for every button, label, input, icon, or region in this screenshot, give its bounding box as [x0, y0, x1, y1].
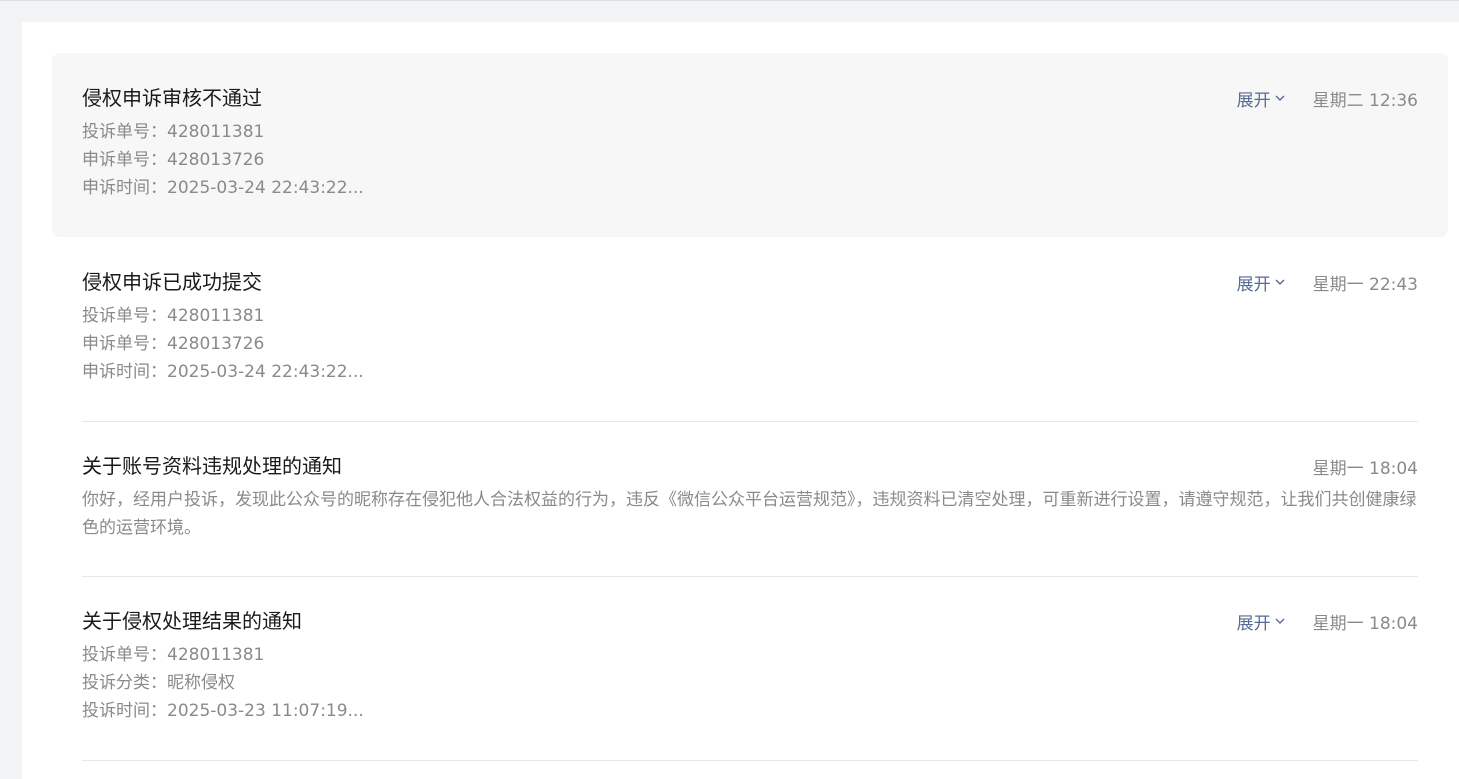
- detail-line: 申诉单号：428013726: [82, 146, 1418, 174]
- detail-line: 投诉单号：428011381: [82, 302, 1418, 330]
- detail-line: 投诉单号：428011381: [82, 118, 1418, 146]
- expand-label[interactable]: 展开: [1237, 270, 1271, 295]
- detail-label: 投诉单号：: [82, 122, 167, 142]
- message-content: 侵权申诉已成功提交 展开 星期一 22:43 投诉单号：428011381 申诉…: [82, 267, 1418, 422]
- detail-value: 2025-03-24 22:43:22...: [167, 362, 364, 382]
- expand-button[interactable]: 展开: [1237, 86, 1287, 111]
- message-item[interactable]: 关于账号资料违规处理的通知 星期一 18:04 你好，经用户投诉，发现此公众号的…: [52, 421, 1448, 577]
- message-time: 星期一 22:43: [1312, 274, 1418, 295]
- detail-label: 投诉单号：: [82, 645, 167, 665]
- message-title[interactable]: 关于侵权处理结果的通知: [82, 606, 1418, 636]
- detail-label: 申诉单号：: [82, 150, 167, 170]
- message-content: 关于账号资料违规处理的通知 星期一 18:04 你好，经用户投诉，发现此公众号的…: [82, 451, 1418, 577]
- message-content: 关于侵权处理结果的通知 展开 星期一 18:04 投诉单号：428011381 …: [82, 606, 1418, 761]
- detail-value: 428013726: [167, 334, 265, 354]
- detail-value: 2025-03-24 22:43:22...: [167, 178, 364, 198]
- detail-value: 428011381: [167, 645, 265, 665]
- detail-value: 昵称侵权: [167, 673, 235, 693]
- message-content: 侵权申诉审核不通过 展开 星期二 12:36 投诉单号：428011381 申诉…: [82, 83, 1418, 237]
- message-meta: 星期一 18:04: [1287, 451, 1418, 481]
- detail-value: 428011381: [167, 306, 265, 326]
- detail-label: 申诉时间：: [82, 178, 167, 198]
- message-item[interactable]: 侵权申诉审核不通过 展开 星期二 12:36 投诉单号：428011381 申诉…: [52, 53, 1448, 237]
- message-list: 侵权申诉审核不通过 展开 星期二 12:36 投诉单号：428011381 申诉…: [52, 53, 1448, 761]
- detail-line: 投诉分类：昵称侵权: [82, 669, 1418, 697]
- message-time: 星期一 18:04: [1312, 458, 1418, 479]
- expand-label[interactable]: 展开: [1237, 609, 1271, 634]
- chevron-down-icon[interactable]: [1273, 614, 1287, 628]
- message-time: 星期一 18:04: [1312, 613, 1418, 634]
- detail-value: 2025-03-23 11:07:19...: [167, 701, 364, 721]
- detail-line: 申诉单号：428013726: [82, 330, 1418, 358]
- chevron-down-icon[interactable]: [1273, 275, 1287, 289]
- message-meta: 展开 星期二 12:36: [1237, 83, 1418, 113]
- message-time: 星期二 12:36: [1312, 90, 1418, 111]
- expand-button[interactable]: 展开: [1237, 270, 1287, 295]
- detail-label: 申诉时间：: [82, 362, 167, 382]
- detail-label: 申诉单号：: [82, 334, 167, 354]
- message-item[interactable]: 关于侵权处理结果的通知 展开 星期一 18:04 投诉单号：428011381 …: [52, 576, 1448, 761]
- message-body: 你好，经用户投诉，发现此公众号的昵称存在侵犯他人合法权益的行为，违反《微信公众平…: [82, 490, 1417, 538]
- message-meta: 展开 星期一 22:43: [1237, 267, 1418, 297]
- detail-line: 投诉时间：2025-03-23 11:07:19...: [82, 697, 1418, 725]
- message-panel: 侵权申诉审核不通过 展开 星期二 12:36 投诉单号：428011381 申诉…: [22, 22, 1459, 779]
- top-divider: [0, 0, 1459, 1]
- message-title[interactable]: 关于账号资料违规处理的通知: [82, 451, 1418, 481]
- detail-line: 申诉时间：2025-03-24 22:43:22...: [82, 174, 1418, 202]
- detail-value: 428011381: [167, 122, 265, 142]
- message-meta: 展开 星期一 18:04: [1237, 606, 1418, 636]
- detail-label: 投诉时间：: [82, 701, 167, 721]
- detail-value: 428013726: [167, 150, 265, 170]
- expand-button[interactable]: 展开: [1237, 609, 1287, 634]
- message-title[interactable]: 侵权申诉审核不通过: [82, 83, 1418, 113]
- detail-label: 投诉分类：: [82, 673, 167, 693]
- detail-line: 投诉单号：428011381: [82, 641, 1418, 669]
- chevron-down-icon[interactable]: [1273, 91, 1287, 105]
- detail-label: 投诉单号：: [82, 306, 167, 326]
- expand-label[interactable]: 展开: [1237, 86, 1271, 111]
- detail-line: 申诉时间：2025-03-24 22:43:22...: [82, 358, 1418, 386]
- message-title[interactable]: 侵权申诉已成功提交: [82, 267, 1418, 297]
- message-item[interactable]: 侵权申诉已成功提交 展开 星期一 22:43 投诉单号：428011381 申诉…: [52, 237, 1448, 422]
